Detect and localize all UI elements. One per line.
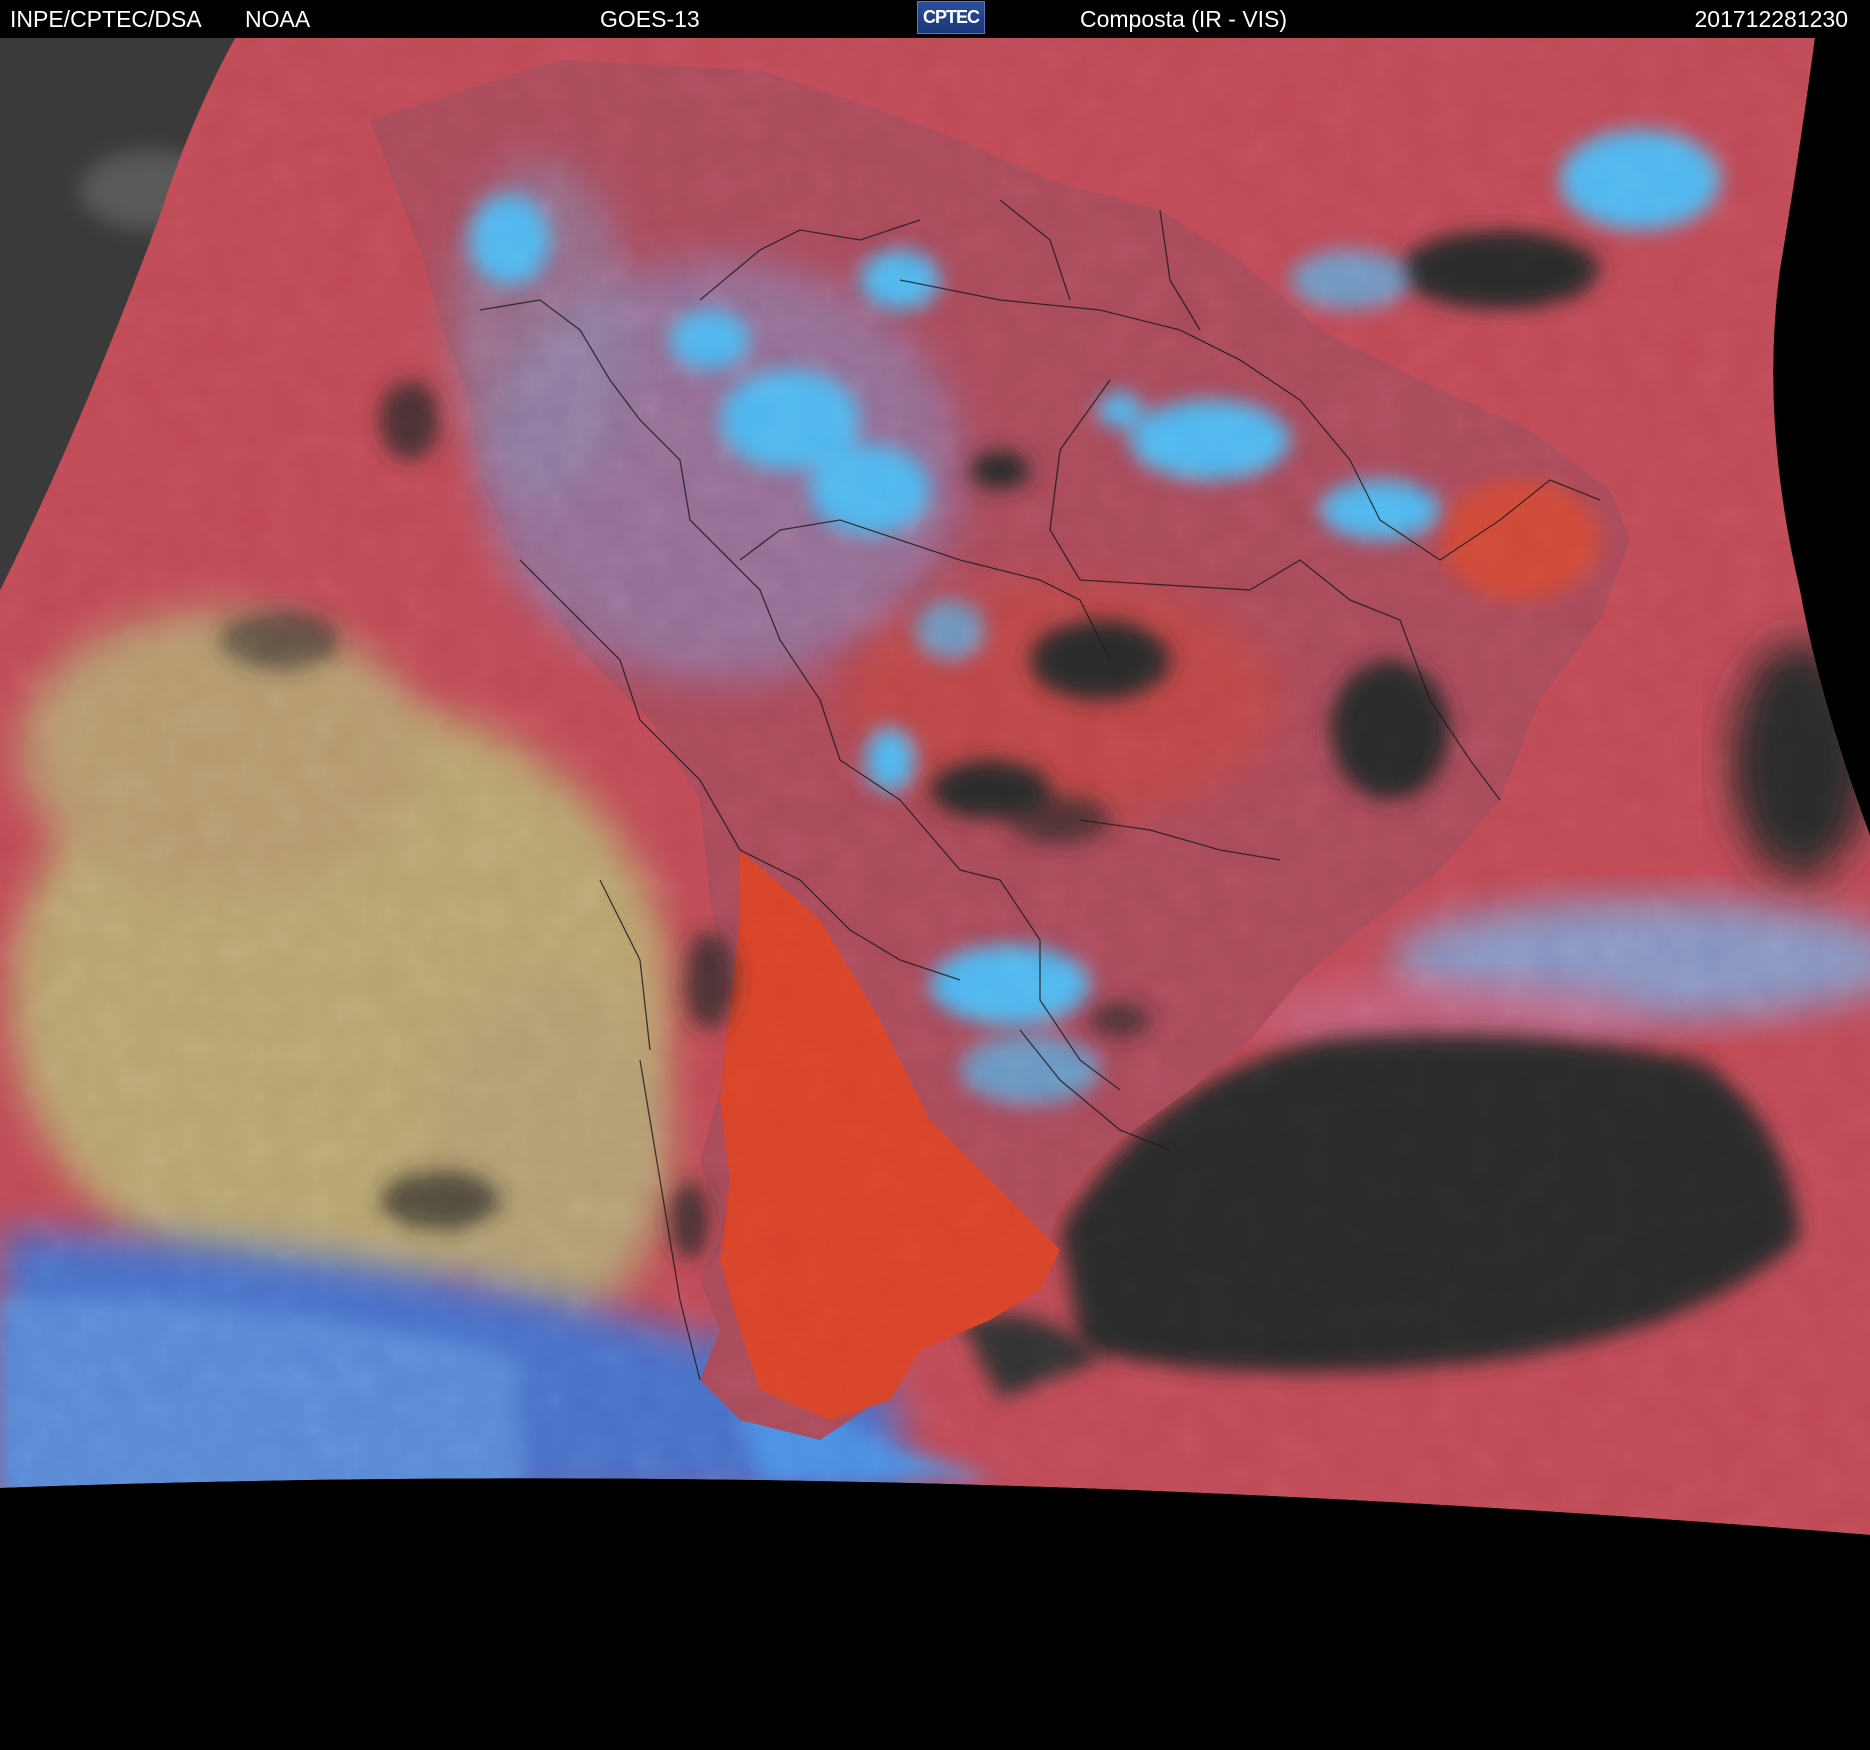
- satellite-label: GOES-13: [600, 6, 700, 32]
- source-label: INPE/CPTEC/DSA: [10, 6, 202, 32]
- cptec-logo: CPTEC: [917, 1, 985, 34]
- no-data-region: [0, 1478, 1870, 1750]
- image-header: INPE/CPTEC/DSA NOAA GOES-13 CPTEC Compos…: [0, 0, 1870, 38]
- logo-text: CPTEC: [922, 7, 980, 27]
- product-label: Composta (IR - VIS): [1080, 6, 1288, 32]
- satellite-image: [0, 38, 1870, 1750]
- agency-label: NOAA: [245, 6, 311, 32]
- composite-imagery: [0, 38, 1870, 1750]
- timestamp-label: 201712281230: [1694, 6, 1849, 32]
- imagery-disk: [0, 38, 1870, 1535]
